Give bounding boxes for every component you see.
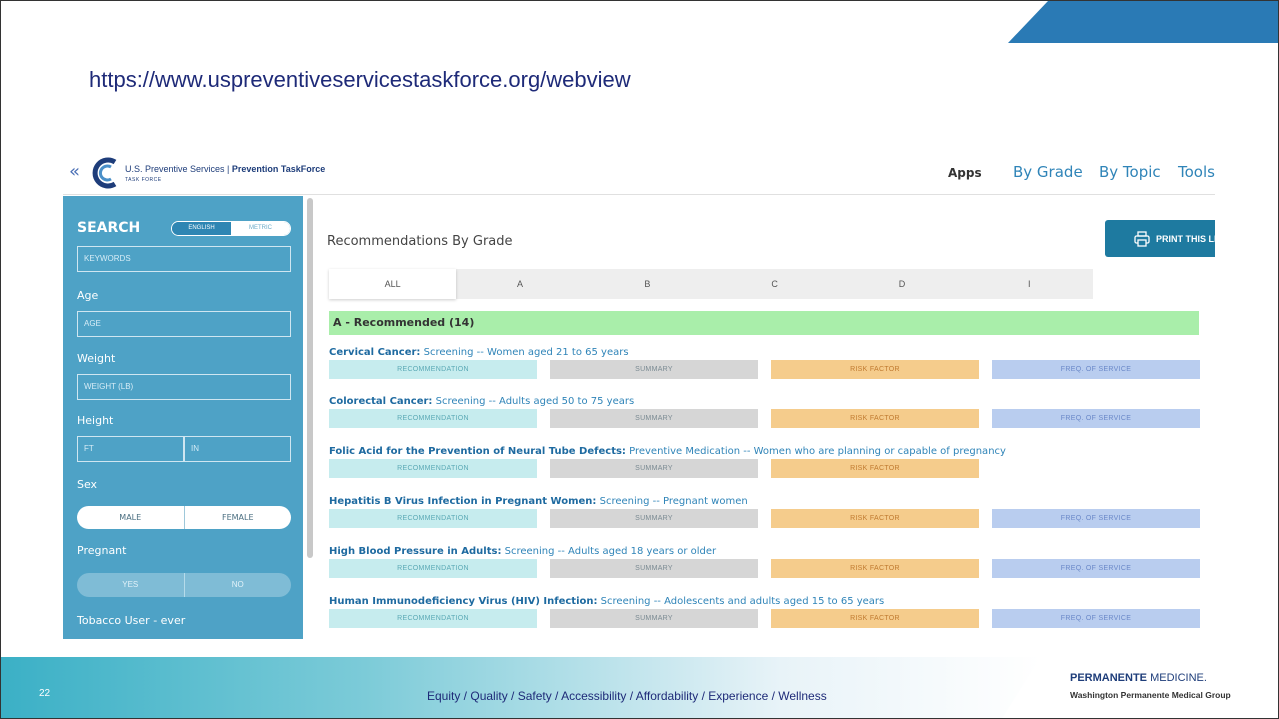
summary-button[interactable]: SUMMARY: [550, 459, 758, 478]
freq-of-service-button[interactable]: FREQ. OF SERVICE: [992, 409, 1200, 428]
recommendation-button[interactable]: RECOMMENDATION: [329, 360, 537, 379]
height-label: Height: [77, 414, 114, 427]
permanente-logo: PERMANENTE MEDICINE.: [1070, 672, 1207, 684]
printer-icon: [1134, 230, 1150, 247]
permanente-subtitle: Washington Permanente Medical Group: [1070, 690, 1231, 700]
tab-a[interactable]: A: [456, 269, 583, 299]
unit-english-option[interactable]: ENGLISH: [172, 222, 231, 235]
app-screenshot: « U.S. Preventive Services | Prevention …: [63, 153, 1215, 639]
logo-subtitle: TASK FORCE: [125, 177, 162, 183]
risk-factor-button[interactable]: RISK FACTOR: [771, 609, 979, 628]
sidebar-scrollbar[interactable]: [307, 198, 313, 558]
recommendation-button[interactable]: RECOMMENDATION: [329, 459, 537, 478]
print-list-label: PRINT THIS LIST: [1156, 233, 1215, 244]
sex-female-option[interactable]: FEMALE: [183, 506, 292, 529]
tab-i[interactable]: I: [966, 269, 1093, 299]
nav-by-grade[interactable]: By Grade: [1013, 163, 1083, 181]
freq-of-service-button[interactable]: FREQ. OF SERVICE: [992, 609, 1200, 628]
unit-toggle[interactable]: ENGLISH METRIC: [171, 221, 291, 236]
recommendation-button[interactable]: RECOMMENDATION: [329, 509, 537, 528]
rec-title[interactable]: Hepatitis B Virus Infection in Pregnant …: [329, 496, 1209, 507]
tab-d[interactable]: D: [838, 269, 965, 299]
rec-title[interactable]: High Blood Pressure in Adults: Screening…: [329, 546, 1209, 557]
collapse-double-chevron-icon[interactable]: «: [69, 161, 80, 182]
pregnant-toggle[interactable]: YES NO: [77, 573, 291, 597]
sex-male-option[interactable]: MALE: [77, 506, 184, 529]
freq-of-service-button[interactable]: FREQ. OF SERVICE: [992, 509, 1200, 528]
height-in-input[interactable]: IN: [184, 436, 291, 462]
rec-title[interactable]: Folic Acid for the Prevention of Neural …: [329, 446, 1209, 457]
list-item: Colorectal Cancer: Screening -- Adults a…: [329, 396, 1209, 428]
list-item: Human Immunodeficiency Virus (HIV) Infec…: [329, 596, 1209, 628]
recommendation-button[interactable]: RECOMMENDATION: [329, 559, 537, 578]
recommendation-button[interactable]: RECOMMENDATION: [329, 409, 537, 428]
list-item: Folic Acid for the Prevention of Neural …: [329, 446, 1209, 478]
pregnant-no-option[interactable]: NO: [183, 573, 292, 597]
summary-button[interactable]: SUMMARY: [550, 509, 758, 528]
footer-tagline: Equity / Quality / Safety / Accessibilit…: [427, 689, 827, 703]
risk-factor-button[interactable]: RISK FACTOR: [771, 459, 979, 478]
search-sidebar: SEARCH ENGLISH METRIC KEYWORDS Age AGE W…: [63, 196, 303, 639]
risk-factor-button[interactable]: RISK FACTOR: [771, 409, 979, 428]
age-label: Age: [77, 289, 99, 302]
grade-a-header: A - Recommended (14): [329, 311, 1199, 335]
keyword-input[interactable]: KEYWORDS: [77, 246, 291, 272]
main-panel: Recommendations By Grade PRINT THIS LIST…: [319, 196, 1215, 639]
risk-factor-button[interactable]: RISK FACTOR: [771, 509, 979, 528]
summary-button[interactable]: SUMMARY: [550, 409, 758, 428]
pregnant-label: Pregnant: [77, 544, 127, 557]
top-bar: « U.S. Preventive Services | Prevention …: [63, 153, 1215, 195]
summary-button[interactable]: SUMMARY: [550, 559, 758, 578]
nav-tools[interactable]: Tools: [1178, 163, 1215, 181]
print-list-button[interactable]: PRINT THIS LIST: [1105, 220, 1215, 257]
freq-of-service-button[interactable]: FREQ. OF SERVICE: [992, 360, 1200, 379]
sex-toggle[interactable]: MALE FEMALE: [77, 506, 291, 529]
footer-band: [1, 657, 1041, 718]
tab-all[interactable]: ALL: [329, 269, 457, 299]
list-item: Hepatitis B Virus Infection in Pregnant …: [329, 496, 1209, 528]
nav-by-topic[interactable]: By Topic: [1099, 163, 1161, 181]
corner-decoration: [1008, 1, 1278, 43]
logo-text: U.S. Preventive Services | Prevention Ta…: [125, 164, 326, 174]
uspstf-logo-icon: [92, 157, 117, 189]
risk-factor-button[interactable]: RISK FACTOR: [771, 360, 979, 379]
age-input[interactable]: AGE: [77, 311, 291, 337]
rec-title[interactable]: Colorectal Cancer: Screening -- Adults a…: [329, 396, 1209, 407]
unit-metric-option[interactable]: METRIC: [231, 222, 290, 235]
height-ft-input[interactable]: FT: [77, 436, 184, 462]
tab-c[interactable]: C: [711, 269, 838, 299]
tab-b[interactable]: B: [584, 269, 711, 299]
summary-button[interactable]: SUMMARY: [550, 360, 758, 379]
nav-apps[interactable]: Apps: [948, 166, 982, 180]
list-item: Cervical Cancer: Screening -- Women aged…: [329, 347, 1209, 379]
grade-tabs: ALL A B C D I: [329, 269, 1093, 299]
pregnant-yes-option[interactable]: YES: [77, 573, 184, 597]
weight-input[interactable]: WEIGHT (LB): [77, 374, 291, 400]
slide-number: 22: [39, 688, 51, 699]
url-text: https://www.uspreventiveservicestaskforc…: [89, 67, 631, 92]
sex-label: Sex: [77, 478, 98, 491]
page-title: Recommendations By Grade: [327, 234, 513, 249]
freq-of-service-button[interactable]: FREQ. OF SERVICE: [992, 559, 1200, 578]
tobacco-label: Tobacco User - ever: [77, 614, 186, 627]
recommendation-button[interactable]: RECOMMENDATION: [329, 609, 537, 628]
weight-label: Weight: [77, 352, 116, 365]
list-item: High Blood Pressure in Adults: Screening…: [329, 546, 1209, 578]
risk-factor-button[interactable]: RISK FACTOR: [771, 559, 979, 578]
rec-title[interactable]: Human Immunodeficiency Virus (HIV) Infec…: [329, 596, 1209, 607]
slide: https://www.uspreventiveservicestaskforc…: [0, 0, 1279, 719]
search-title: SEARCH: [77, 220, 141, 236]
rec-title[interactable]: Cervical Cancer: Screening -- Women aged…: [329, 347, 1209, 358]
summary-button[interactable]: SUMMARY: [550, 609, 758, 628]
